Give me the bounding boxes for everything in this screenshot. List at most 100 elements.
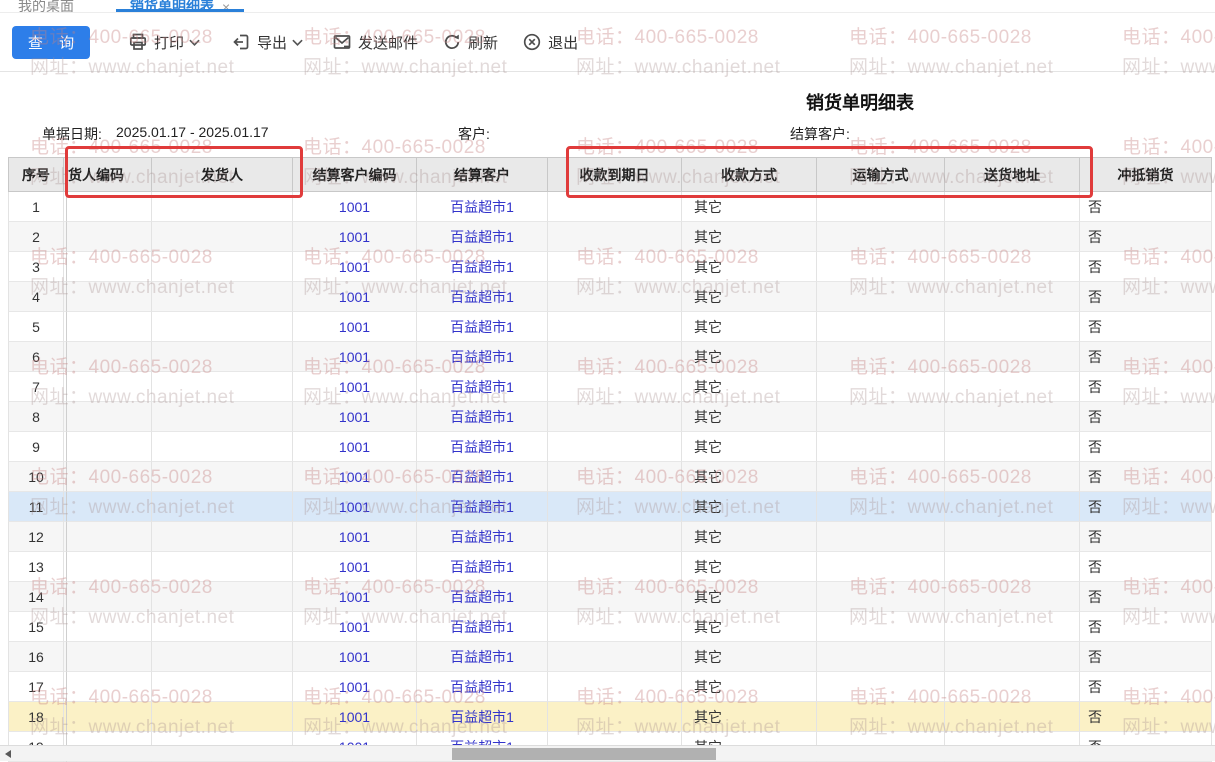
col-header-address[interactable]: 送货地址 [945,157,1080,192]
cell-sender-code [67,192,152,222]
refresh-label: 刷新 [468,32,498,53]
cell-settle-code-link[interactable]: 1001 [293,492,417,522]
cell-seq: 17 [8,672,64,702]
col-header-offset-sale[interactable]: 冲抵销货 [1080,157,1212,192]
cell-due-date [548,462,682,492]
table-row[interactable]: 1 1001 百益超市1 其它 否 [8,192,1212,222]
table-row[interactable]: 16 1001 百益超市1 其它 否 [8,642,1212,672]
cell-settle-code-link[interactable]: 1001 [293,312,417,342]
table-row[interactable]: 15 1001 百益超市1 其它 否 [8,612,1212,642]
table-body: 1 1001 百益超市1 其它 否 2 1001 百益超市1 其它 否 3 10… [8,192,1212,762]
table-row[interactable]: 9 1001 百益超市1 其它 否 [8,432,1212,462]
exit-button[interactable]: 退出 [522,32,578,53]
table-row[interactable]: 11 1001 百益超市1 其它 否 [8,492,1212,522]
col-header-sender[interactable]: 发货人 [152,157,293,192]
cell-payment: 其它 [682,672,817,702]
cell-settle-code-link[interactable]: 1001 [293,252,417,282]
cell-settle-customer-link[interactable]: 百益超市1 [417,192,548,222]
cell-offset-sale: 否 [1080,492,1212,522]
cell-settle-customer-link[interactable]: 百益超市1 [417,222,548,252]
cell-settle-customer-link[interactable]: 百益超市1 [417,642,548,672]
cell-settle-code-link[interactable]: 1001 [293,222,417,252]
table-row[interactable]: 7 1001 百益超市1 其它 否 [8,372,1212,402]
table-row[interactable]: 4 1001 百益超市1 其它 否 [8,282,1212,312]
cell-offset-sale: 否 [1080,582,1212,612]
col-header-seq[interactable]: 序号 [8,157,64,192]
cell-settle-code-link[interactable]: 1001 [293,552,417,582]
send-mail-label: 发送邮件 [358,32,418,53]
col-header-sender-code[interactable]: 货人编码 [67,157,152,192]
col-header-payment[interactable]: 收款方式 [682,157,817,192]
table-row[interactable]: 14 1001 百益超市1 其它 否 [8,582,1212,612]
exit-circle-x-icon [522,32,542,52]
table-row[interactable]: 5 1001 百益超市1 其它 否 [8,312,1212,342]
cell-settle-customer-link[interactable]: 百益超市1 [417,672,548,702]
cell-due-date [548,402,682,432]
tab-sales-report[interactable]: 销货单明细表 × [116,0,244,12]
cell-settle-code-link[interactable]: 1001 [293,702,417,732]
table-row[interactable]: 2 1001 百益超市1 其它 否 [8,222,1212,252]
table-row[interactable]: 8 1001 百益超市1 其它 否 [8,402,1212,432]
cell-settle-customer-link[interactable]: 百益超市1 [417,312,548,342]
scroll-left-arrow-icon[interactable] [5,750,11,758]
cell-settle-customer-link[interactable]: 百益超市1 [417,582,548,612]
cell-sender [152,342,293,372]
cell-settle-code-link[interactable]: 1001 [293,612,417,642]
col-header-transport[interactable]: 运输方式 [817,157,945,192]
cell-settle-customer-link[interactable]: 百益超市1 [417,462,548,492]
scrollbar-thumb[interactable] [452,748,716,760]
table-row[interactable]: 10 1001 百益超市1 其它 否 [8,462,1212,492]
col-header-settle-code[interactable]: 结算客户编码 [293,157,417,192]
cell-sender [152,582,293,612]
query-button[interactable]: 查 询 [12,26,90,59]
cell-settle-customer-link[interactable]: 百益超市1 [417,372,548,402]
cell-settle-code-link[interactable]: 1001 [293,582,417,612]
cell-sender-code [67,252,152,282]
cell-settle-code-link[interactable]: 1001 [293,192,417,222]
cell-settle-customer-link[interactable]: 百益超市1 [417,552,548,582]
table-row[interactable]: 17 1001 百益超市1 其它 否 [8,672,1212,702]
report-table: 序号 货人编码 发货人 结算客户编码 结算客户 收款到期日 收款方式 运输方式 … [8,157,1212,762]
cell-settle-code-link[interactable]: 1001 [293,642,417,672]
cell-address [945,342,1080,372]
tab-my-desktop[interactable]: 我的桌面 [18,0,74,12]
cell-settle-customer-link[interactable]: 百益超市1 [417,432,548,462]
cell-settle-code-link[interactable]: 1001 [293,402,417,432]
cell-settle-code-link[interactable]: 1001 [293,342,417,372]
table-row[interactable]: 13 1001 百益超市1 其它 否 [8,552,1212,582]
print-button[interactable]: 打印 [128,32,201,53]
send-mail-button[interactable]: 发送邮件 [332,32,418,53]
cell-settle-code-link[interactable]: 1001 [293,672,417,702]
table-row[interactable]: 18 1001 百益超市1 其它 否 [8,702,1212,732]
export-button[interactable]: 导出 [231,32,304,53]
table-row[interactable]: 3 1001 百益超市1 其它 否 [8,252,1212,282]
cell-settle-code-link[interactable]: 1001 [293,462,417,492]
cell-sender-code [67,492,152,522]
cell-settle-customer-link[interactable]: 百益超市1 [417,522,548,552]
cell-settle-code-link[interactable]: 1001 [293,372,417,402]
table-row[interactable]: 12 1001 百益超市1 其它 否 [8,522,1212,552]
cell-address [945,402,1080,432]
cell-payment: 其它 [682,372,817,402]
cell-settle-customer-link[interactable]: 百益超市1 [417,252,548,282]
cell-due-date [548,312,682,342]
cell-transport [817,432,945,462]
cell-address [945,582,1080,612]
cell-settle-code-link[interactable]: 1001 [293,432,417,462]
cell-settle-code-link[interactable]: 1001 [293,522,417,552]
cell-settle-customer-link[interactable]: 百益超市1 [417,492,548,522]
cell-settle-customer-link[interactable]: 百益超市1 [417,612,548,642]
table-row[interactable]: 6 1001 百益超市1 其它 否 [8,342,1212,372]
cell-address [945,672,1080,702]
horizontal-scrollbar[interactable] [0,745,1215,761]
cell-settle-customer-link[interactable]: 百益超市1 [417,342,548,372]
cell-settle-customer-link[interactable]: 百益超市1 [417,402,548,432]
cell-offset-sale: 否 [1080,282,1212,312]
cell-settle-customer-link[interactable]: 百益超市1 [417,282,548,312]
col-header-due-date[interactable]: 收款到期日 [548,157,682,192]
col-header-settle-customer[interactable]: 结算客户 [417,157,548,192]
cell-settle-customer-link[interactable]: 百益超市1 [417,702,548,732]
cell-settle-code-link[interactable]: 1001 [293,282,417,312]
cell-due-date [548,642,682,672]
refresh-button[interactable]: 刷新 [442,32,498,53]
